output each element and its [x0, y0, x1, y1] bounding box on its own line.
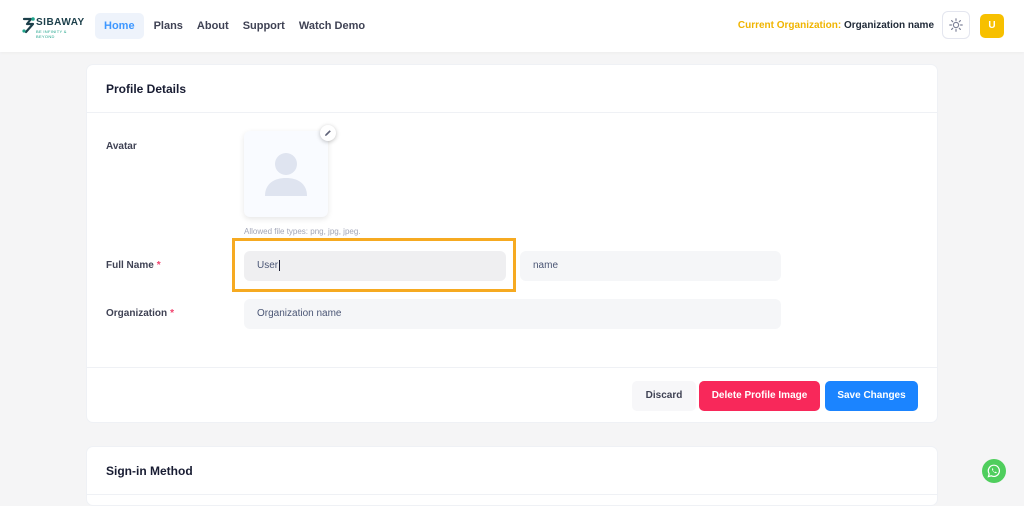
brand-name: SIBAWAY — [36, 17, 85, 28]
whatsapp-chat-button[interactable] — [982, 459, 1006, 483]
nav-about[interactable]: About — [190, 13, 236, 39]
current-organization: Current Organization: Organization name — [738, 20, 934, 31]
allowed-file-types-hint: Allowed file types: png, jpg, jpeg. — [244, 227, 361, 236]
brand-tagline: BE INFINITY & BEYOND — [36, 29, 67, 39]
last-name-value: name — [533, 260, 559, 271]
theme-toggle-button[interactable] — [942, 11, 970, 39]
required-mark: * — [156, 260, 161, 271]
save-changes-button[interactable]: Save Changes — [825, 381, 918, 411]
user-placeholder-icon — [265, 153, 307, 196]
user-avatar-button[interactable]: U — [980, 14, 1004, 38]
sun-icon — [949, 18, 963, 32]
organization-input[interactable]: Organization name — [244, 299, 781, 329]
main-nav: Home Plans About Support Watch Demo — [95, 12, 372, 40]
last-name-input[interactable]: name — [520, 251, 781, 281]
discard-button[interactable]: Discard — [632, 381, 696, 411]
avatar-label: Avatar — [106, 141, 137, 152]
delete-profile-image-button[interactable]: Delete Profile Image — [699, 381, 820, 411]
top-navbar: SIBAWAY BE INFINITY & BEYOND Home Plans … — [0, 0, 1024, 52]
logo-mark-icon — [22, 17, 35, 34]
signin-method-header: Sign-in Method — [87, 447, 937, 495]
current-organization-label: Current Organization: — [737, 20, 842, 31]
edit-avatar-button[interactable] — [320, 125, 336, 141]
required-mark: * — [170, 308, 175, 319]
whatsapp-icon — [987, 464, 1000, 478]
card-footer-divider — [87, 367, 937, 368]
profile-details-header: Profile Details — [87, 65, 937, 113]
organization-label: Organization * — [106, 308, 174, 319]
organization-value: Organization name — [257, 308, 342, 319]
nav-home[interactable]: Home — [95, 13, 144, 39]
nav-support[interactable]: Support — [236, 13, 292, 39]
avatar-preview — [244, 131, 328, 217]
organization-label-text: Organization — [106, 308, 168, 319]
nav-plans[interactable]: Plans — [147, 13, 190, 39]
signin-method-title: Sign-in Method — [106, 464, 193, 478]
signin-method-card: Sign-in Method — [86, 446, 938, 506]
full-name-label: Full Name * — [106, 260, 161, 271]
brand-logo[interactable]: SIBAWAY BE INFINITY & BEYOND — [22, 14, 86, 39]
focus-highlight-box — [232, 238, 516, 292]
nav-watch-demo[interactable]: Watch Demo — [292, 13, 372, 39]
pencil-icon — [325, 130, 331, 136]
profile-details-title: Profile Details — [106, 82, 187, 96]
current-organization-name: Organization name — [843, 20, 934, 31]
full-name-label-text: Full Name — [106, 260, 154, 271]
